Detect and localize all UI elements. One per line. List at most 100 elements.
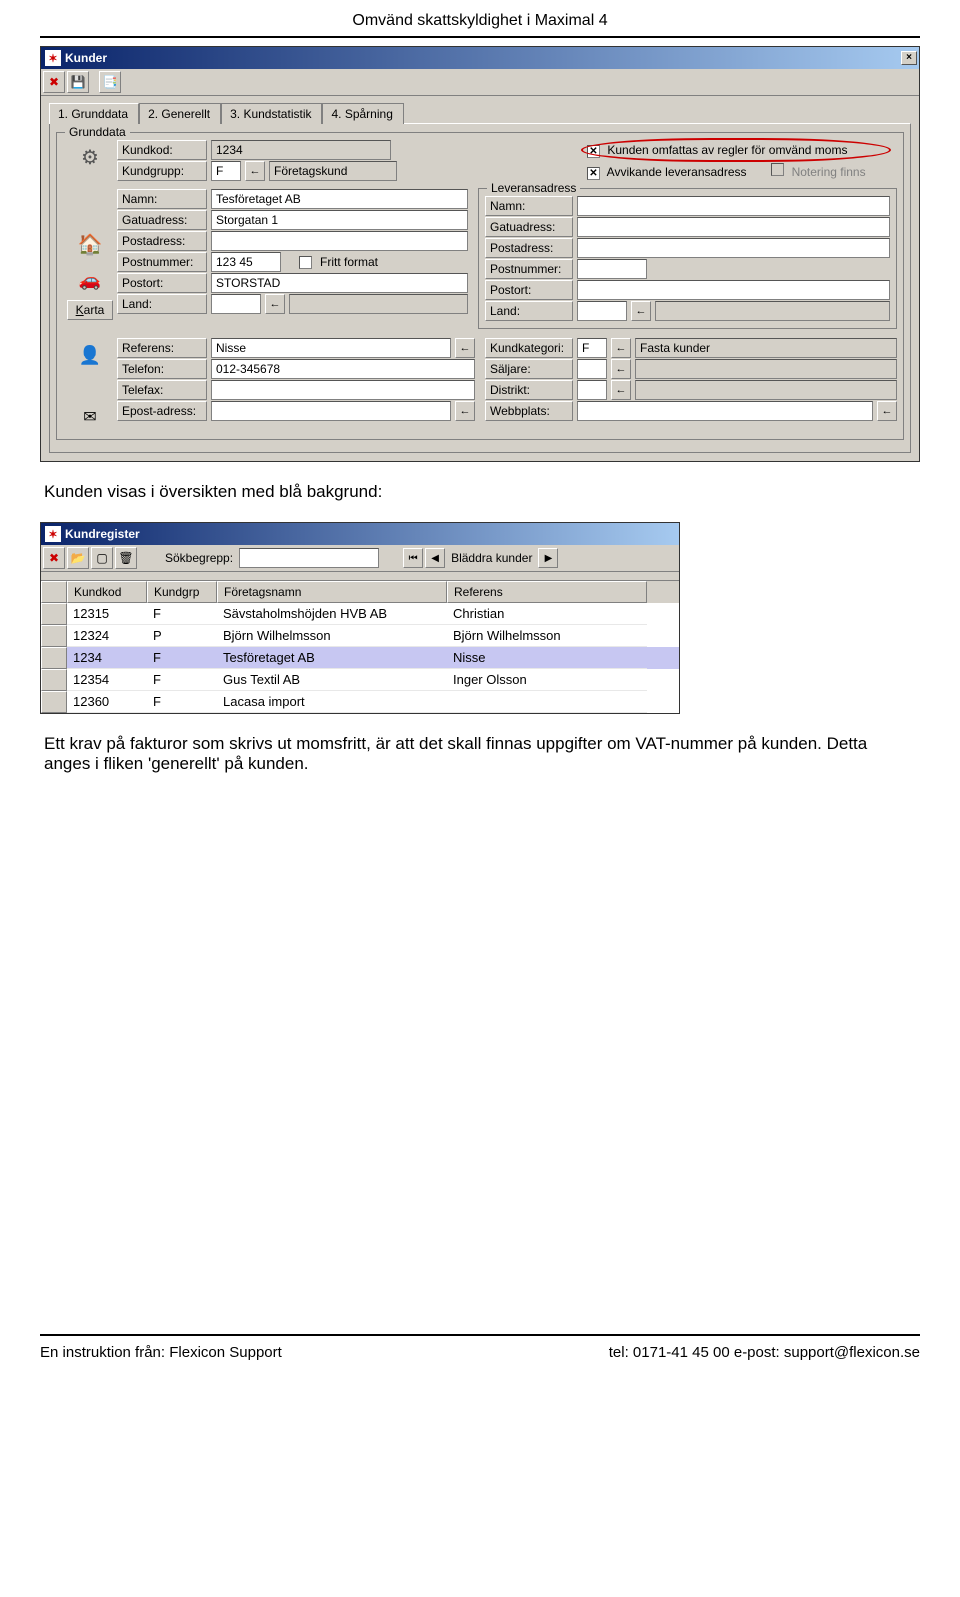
land-label: Land: — [117, 294, 207, 314]
group-leveransadress-title: Leveransadress — [487, 181, 580, 195]
group-grunddata-title: Grunddata — [65, 125, 130, 139]
tab-grunddata[interactable]: 1. Grunddata — [49, 103, 139, 124]
kunder-title: Kunder — [65, 51, 901, 65]
postort-label: Postort: — [117, 273, 207, 293]
doc-header: Omvänd skattskyldighet i Maximal 4 — [40, 0, 920, 38]
col-kundgrp[interactable]: Kundgrp — [147, 581, 217, 603]
postnummer-label: Postnummer: — [117, 252, 207, 272]
lev-land-field[interactable] — [577, 301, 627, 321]
table-row[interactable]: 1234FTesföretaget ABNisse — [41, 647, 679, 669]
lev-postort-label: Postort: — [485, 280, 573, 300]
lev-land-desc — [655, 301, 890, 321]
car-icon: 🚗 — [74, 264, 106, 296]
kunder-titlebar: ✶ Kunder × — [41, 47, 919, 69]
table-row[interactable]: 12360FLacasa import — [41, 691, 679, 713]
house-icon: 🏠 — [74, 228, 106, 260]
gatuadress-label: Gatuadress: — [117, 210, 207, 230]
saljare-field[interactable] — [577, 359, 607, 379]
col-kundkod[interactable]: Kundkod — [67, 581, 147, 603]
new-button[interactable]: ▢ — [91, 547, 113, 569]
karta-button[interactable]: Karta — [67, 300, 114, 320]
table-row[interactable]: 12324PBjörn WilhelmssonBjörn Wilhelmsson — [41, 625, 679, 647]
table-row[interactable]: 12315FSävstaholmshöjden HVB ABChristian — [41, 603, 679, 625]
epost-field[interactable] — [211, 401, 451, 421]
delete-button[interactable]: ✖ — [43, 71, 65, 93]
webbplats-field[interactable] — [577, 401, 873, 421]
kundkategori-field[interactable]: F — [577, 338, 607, 358]
sokbegrepp-field[interactable] — [239, 548, 379, 568]
nav-first-button[interactable]: ⏮ — [403, 548, 423, 568]
copy-button[interactable]: 📑 — [99, 71, 121, 93]
checkbox-omvand-moms[interactable] — [587, 145, 600, 158]
saljare-label: Säljare: — [485, 359, 573, 379]
lev-land-label: Land: — [485, 301, 573, 321]
table-row[interactable]: 12354FGus Textil ABInger Olsson — [41, 669, 679, 691]
checkbox-fritt-format[interactable] — [299, 256, 312, 269]
tab-sparning[interactable]: 4. Spårning — [322, 103, 403, 124]
body-text-1: Kunden visas i översikten med blå bakgru… — [44, 482, 916, 502]
app-icon: ✶ — [45, 50, 61, 66]
gear-icon: ⚙ — [74, 141, 106, 173]
saljare-desc — [635, 359, 897, 379]
col-referens[interactable]: Referens — [447, 581, 647, 603]
lev-postort-field[interactable] — [577, 280, 890, 300]
postadress-label: Postadress: — [117, 231, 207, 251]
group-leveransadress: Leveransadress Namn: Gatuadress: Postadr… — [478, 188, 897, 329]
webbplats-lookup-button[interactable]: ← — [877, 401, 897, 421]
tab-generellt[interactable]: 2. Generellt — [139, 103, 221, 124]
telefon-label: Telefon: — [117, 359, 207, 379]
webbplats-label: Webbplats: — [485, 401, 573, 421]
postnummer-field[interactable]: 123 45 — [211, 252, 281, 272]
kundkategori-label: Kundkategori: — [485, 338, 573, 358]
lev-namn-field[interactable] — [577, 196, 890, 216]
epost-lookup-button[interactable]: ← — [455, 401, 475, 421]
lev-land-lookup-button[interactable]: ← — [631, 301, 651, 321]
postadress-field[interactable] — [211, 231, 468, 251]
checkbox-avvikande-leverans[interactable] — [587, 167, 600, 180]
epost-label: Epost-adress: — [117, 401, 207, 421]
gatuadress-field[interactable]: Storgatan 1 — [211, 210, 468, 230]
tab-kundstatistik[interactable]: 3. Kundstatistik — [221, 103, 322, 124]
lev-post-field[interactable] — [577, 238, 890, 258]
checkbox-notering-label: Notering finns — [792, 165, 866, 179]
person-icon: 👤 — [74, 339, 106, 371]
distrikt-desc — [635, 380, 897, 400]
tabpanel-grunddata: Grunddata ⚙ Kundkod: 1234 — [49, 123, 911, 453]
kunder-toolbar: ✖ 💾 📑 — [41, 69, 919, 96]
col-rowheader[interactable] — [41, 581, 67, 603]
kundkod-label: Kundkod: — [117, 140, 207, 160]
envelope-icon: ✉ — [74, 401, 106, 433]
delete-button[interactable]: ✖ — [43, 547, 65, 569]
col-foretagsnamn[interactable]: Företagsnamn — [217, 581, 447, 603]
land-lookup-button[interactable]: ← — [265, 294, 285, 314]
distrikt-lookup-button[interactable]: ← — [611, 380, 631, 400]
saljare-lookup-button[interactable]: ← — [611, 359, 631, 379]
kundgrupp-desc: Företagskund — [269, 161, 397, 181]
telefax-label: Telefax: — [117, 380, 207, 400]
land-field[interactable] — [211, 294, 261, 314]
close-icon[interactable]: × — [901, 51, 917, 65]
open-button[interactable]: 📂 — [67, 547, 89, 569]
namn-field[interactable]: Tesföretaget AB — [211, 189, 468, 209]
nav-next-button[interactable]: ▶ — [538, 548, 558, 568]
kundregister-toolbar: ✖ 📂 ▢ 🗑 Sökbegrepp: ⏮ ◀ Bläddra kunder ▶ — [41, 545, 679, 572]
lev-gatu-label: Gatuadress: — [485, 217, 573, 237]
checkbox-omvand-moms-label: Kunden omfattas av regler för omvänd mom… — [607, 143, 847, 157]
trash-button[interactable]: 🗑 — [115, 547, 137, 569]
lev-postnr-field[interactable] — [577, 259, 647, 279]
nav-prev-button[interactable]: ◀ — [425, 548, 445, 568]
telefon-field[interactable]: 012-345678 — [211, 359, 475, 379]
kundkategori-lookup-button[interactable]: ← — [611, 338, 631, 358]
referens-lookup-button[interactable]: ← — [455, 338, 475, 358]
postort-field[interactable]: STORSTAD — [211, 273, 468, 293]
save-button[interactable]: 💾 — [67, 71, 89, 93]
referens-field[interactable]: Nisse — [211, 338, 451, 358]
lev-gatu-field[interactable] — [577, 217, 890, 237]
kundgrupp-field[interactable]: F — [211, 161, 241, 181]
kundgrupp-lookup-button[interactable]: ← — [245, 161, 265, 181]
lev-postnr-label: Postnummer: — [485, 259, 573, 279]
telefax-field[interactable] — [211, 380, 475, 400]
kundregister-title: Kundregister — [65, 527, 677, 541]
distrikt-field[interactable] — [577, 380, 607, 400]
tabs: 1. Grunddata 2. Generellt 3. Kundstatist… — [41, 96, 919, 123]
